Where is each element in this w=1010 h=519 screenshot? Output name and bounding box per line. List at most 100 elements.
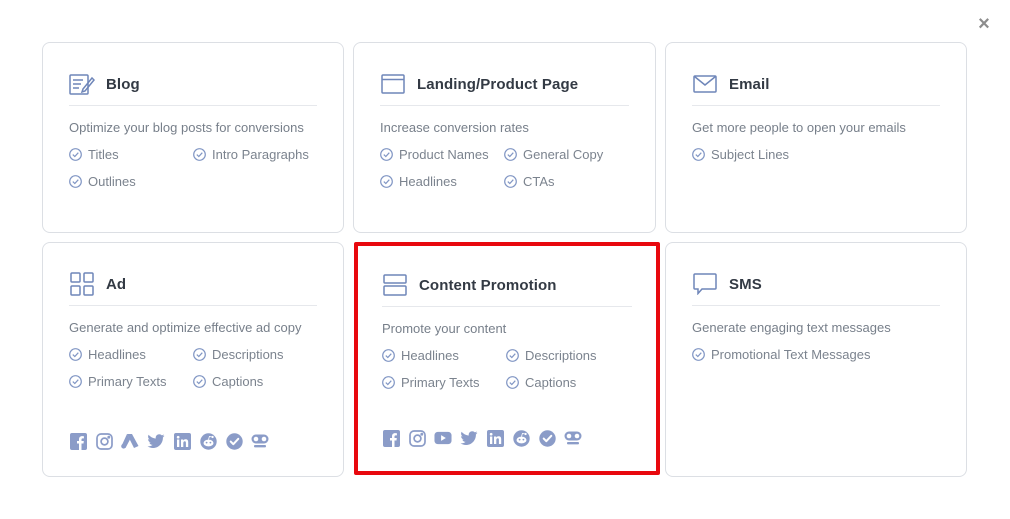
feature-label: Titles [88,147,119,162]
card-title: SMS [729,275,762,293]
check-circle-icon [692,148,705,161]
feature-list: Subject Lines [692,147,940,162]
card-header: Ad [69,271,317,306]
feature-item[interactable]: Descriptions [506,348,630,363]
feature-label: Descriptions [525,348,597,363]
close-icon: × [978,13,990,35]
twitter-icon [147,432,165,450]
feature-item[interactable]: Headlines [382,348,506,363]
social-platform-icons [382,429,590,447]
feature-item[interactable]: Headlines [380,174,504,189]
card-sms[interactable]: SMS Generate engaging text messages Prom… [665,242,967,477]
feature-item[interactable]: Primary Texts [69,374,193,389]
feature-item[interactable]: Outlines [69,174,193,189]
reddit-icon [199,432,217,450]
check-circle-icon [193,375,206,388]
feature-list: Headlines Descriptions Primary Texts Cap… [382,348,632,390]
feature-label: Intro Paragraphs [212,147,309,162]
feature-label: Product Names [399,147,489,162]
card-content-promotion[interactable]: Content Promotion Promote your content H… [354,242,660,475]
check-circle-icon [382,349,395,362]
linkedin-icon [173,432,191,450]
feature-list: Product Names General Copy Headlines CTA… [380,147,629,189]
feature-item[interactable]: Primary Texts [382,375,506,390]
check-circle-icon [69,375,82,388]
verified-icon [225,432,243,450]
feature-label: CTAs [523,174,555,189]
card-ad[interactable]: Ad Generate and optimize effective ad co… [42,242,344,477]
check-circle-icon [193,148,206,161]
verified-icon [538,429,556,447]
twitter-icon [460,429,478,447]
feature-item[interactable]: Intro Paragraphs [193,147,317,162]
feature-list: Headlines Descriptions Primary Texts Cap… [69,347,317,389]
grid-icon [69,271,95,297]
feature-item[interactable]: CTAs [504,174,628,189]
feature-label: Captions [525,375,577,390]
card-title: Email [729,75,770,93]
feature-label: Subject Lines [711,147,790,162]
feature-item[interactable]: Headlines [69,347,193,362]
check-circle-icon [692,348,705,361]
card-title: Content Promotion [419,276,557,294]
check-circle-icon [380,148,393,161]
feature-item[interactable]: Descriptions [193,347,317,362]
card-description: Optimize your blog posts for conversions [69,120,304,135]
feature-label: Primary Texts [401,375,480,390]
feature-list: Titles Intro Paragraphs Outlines [69,147,317,189]
youtube-icon [434,429,452,447]
feature-item[interactable]: Subject Lines [692,147,816,162]
check-circle-icon [504,148,517,161]
google-ads-icon [121,432,139,450]
facebook-icon [69,432,87,450]
card-header: Email [692,71,940,106]
card-description: Increase conversion rates [380,120,529,135]
blog-edit-icon [69,71,95,97]
card-title: Ad [106,275,127,293]
layout-panels-icon [382,272,408,298]
feature-label: Headlines [399,174,457,189]
envelope-icon [692,71,718,97]
check-circle-icon [69,348,82,361]
chat-bubble-icon [692,271,718,297]
card-email[interactable]: Email Get more people to open your email… [665,42,967,233]
card-header: Content Promotion [382,272,632,307]
check-circle-icon [69,175,82,188]
feature-label: Captions [212,374,264,389]
feature-item[interactable]: General Copy [504,147,628,162]
feature-item[interactable]: Titles [69,147,193,162]
card-title: Landing/Product Page [417,75,579,93]
browser-window-icon [380,71,406,97]
feature-label: Headlines [88,347,146,362]
card-description: Generate and optimize effective ad copy [69,320,302,335]
check-circle-icon [380,175,393,188]
feature-label: Promotional Text Messages [711,347,871,362]
card-description: Get more people to open your emails [692,120,906,135]
feature-label: Headlines [401,348,459,363]
feature-label: Primary Texts [88,374,167,389]
card-header: SMS [692,271,940,306]
card-title: Blog [106,75,140,93]
feature-item[interactable]: Captions [506,375,630,390]
check-circle-icon [193,348,206,361]
instagram-icon [95,432,113,450]
card-header: Landing/Product Page [380,71,629,106]
feature-item[interactable]: Promotional Text Messages [692,347,912,362]
reddit-icon [512,429,530,447]
feature-list: Promotional Text Messages [692,347,940,362]
feature-item[interactable]: Captions [193,374,317,389]
card-blog[interactable]: Blog Optimize your blog posts for conver… [42,42,344,233]
check-circle-icon [69,148,82,161]
quora-icon [251,432,269,450]
linkedin-icon [486,429,504,447]
check-circle-icon [504,175,517,188]
feature-item[interactable]: Product Names [380,147,504,162]
feature-label: Outlines [88,174,136,189]
close-button[interactable]: × [974,14,994,34]
feature-label: Descriptions [212,347,284,362]
quora-icon [564,429,582,447]
instagram-icon [408,429,426,447]
card-landing-product-page[interactable]: Landing/Product Page Increase conversion… [353,42,656,233]
social-platform-icons [69,432,277,450]
card-header: Blog [69,71,317,106]
